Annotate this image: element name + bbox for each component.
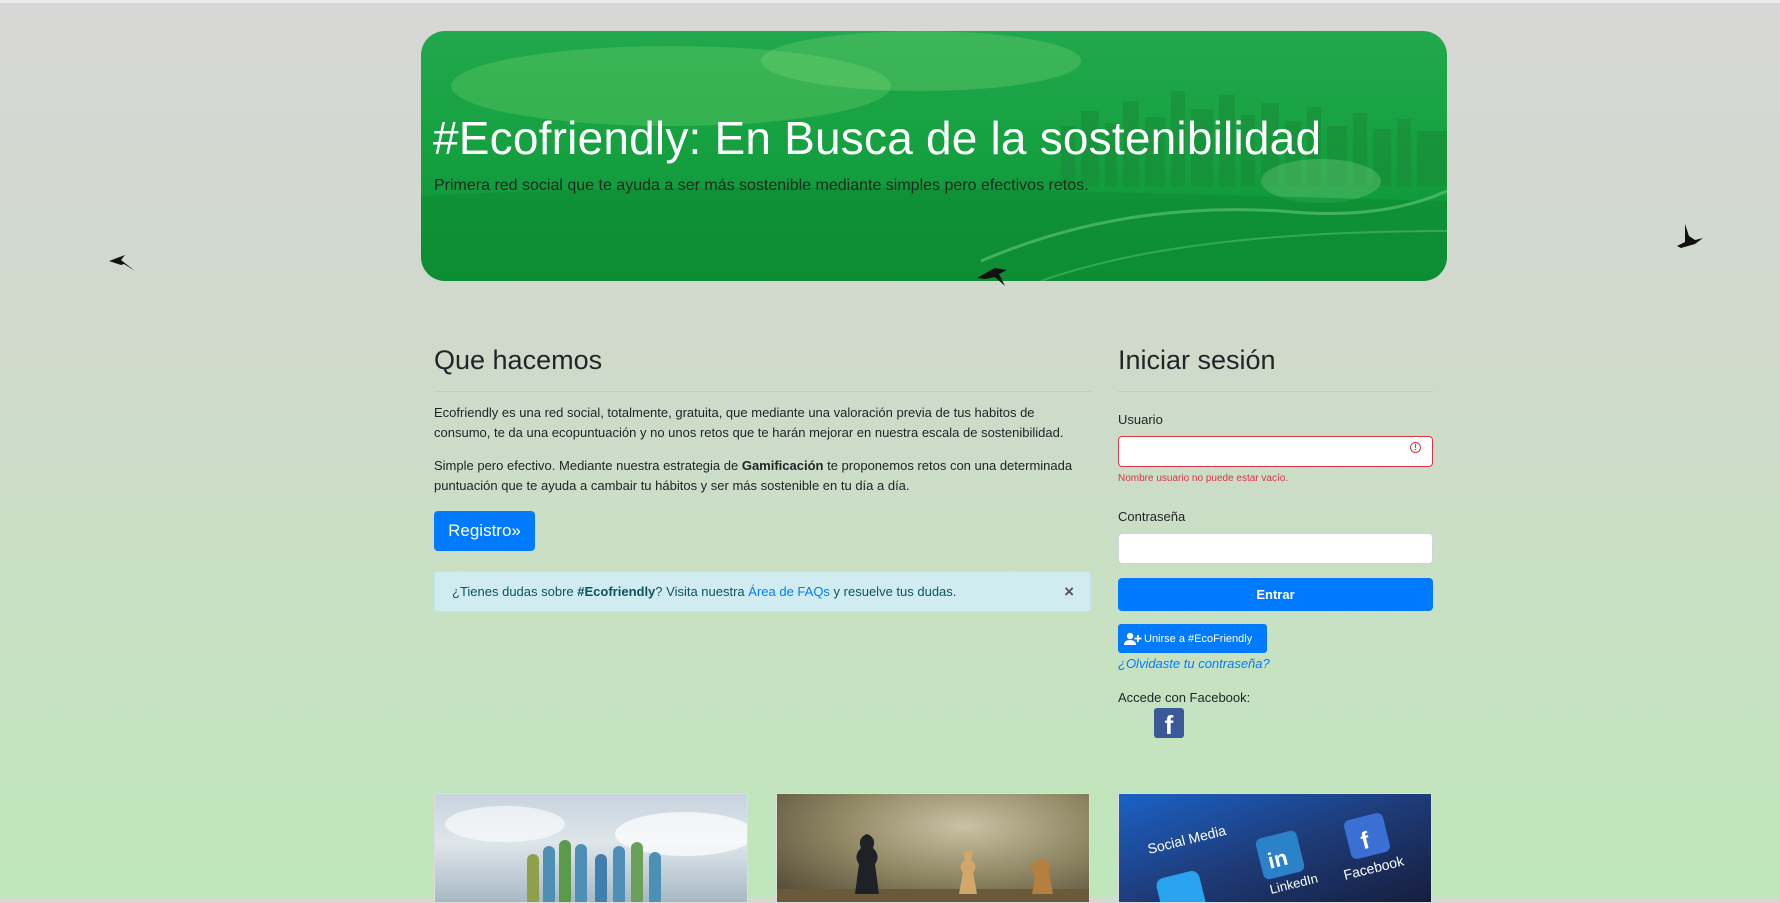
- add-user-icon: [1124, 632, 1142, 645]
- card-image-painted-hands[interactable]: [434, 793, 748, 903]
- chess-pieces-icon: [777, 834, 1089, 902]
- error-icon: !: [1410, 442, 1421, 453]
- register-button[interactable]: Registro»: [434, 511, 535, 551]
- top-edge-line: [0, 0, 1780, 3]
- forgot-password-link[interactable]: ¿Olvidaste tu contraseña?: [1118, 656, 1270, 671]
- join-button-label: Unirse a #EcoFriendly: [1144, 632, 1253, 645]
- card-image-social-media[interactable]: Social Media in LinkedIn f Facebook: [1118, 793, 1432, 903]
- password-input[interactable]: [1118, 533, 1433, 564]
- hero-banner: #Ecofriendly: En Busca de la sostenibili…: [421, 31, 1447, 281]
- hero-subtitle: Primera red social que te ayuda a ser má…: [434, 177, 1089, 194]
- about-heading: Que hacemos: [434, 345, 603, 375]
- about-paragraph-1: Ecofriendly es una red social, totalment…: [434, 405, 1064, 440]
- bird-icon: [977, 268, 1007, 286]
- username-error-text: Nombre usuario no puede estar vacío.: [1118, 473, 1289, 484]
- bird-icon: [109, 255, 135, 271]
- login-submit-button[interactable]: Entrar: [1118, 578, 1433, 611]
- p2-text: Simple pero efectivo. Mediante nuestra e…: [434, 458, 742, 473]
- username-label: Usuario: [1118, 412, 1163, 427]
- username-input[interactable]: [1118, 436, 1433, 467]
- login-heading: Iniciar sesión: [1118, 345, 1276, 375]
- login-section: Iniciar sesión Usuario ! Nombre usuario …: [1118, 340, 1433, 738]
- faq-link[interactable]: Área de FAQs: [748, 584, 830, 599]
- hero-title: #Ecofriendly: En Busca de la sostenibili…: [433, 112, 1322, 164]
- facebook-label: Accede con Facebook:: [1118, 690, 1251, 705]
- faq-alert-text: ¿Tienes dudas sobre: [452, 584, 578, 599]
- facebook-icon[interactable]: f: [1154, 708, 1184, 738]
- facebook-card-label: Facebook: [1342, 852, 1406, 883]
- password-label: Contraseña: [1118, 509, 1186, 524]
- about-section: Que hacemos Ecofriendly es una red socia…: [434, 340, 1091, 612]
- about-divider: [434, 391, 1091, 392]
- faq-alert-end: y resuelve tus dudas.: [829, 584, 957, 599]
- login-divider: [1118, 391, 1433, 392]
- faq-alert-bold: #Ecofriendly: [577, 584, 656, 599]
- painted-hands-icon: [445, 806, 747, 902]
- social-media-icon: Social Media in LinkedIn f Facebook: [1146, 813, 1406, 902]
- bird-icon: [1677, 224, 1703, 248]
- faq-alert-middle: ? Visita nuestra: [655, 584, 749, 599]
- gamification-text: Gamificación: [741, 458, 824, 473]
- close-icon[interactable]: ×: [1064, 572, 1074, 611]
- join-button[interactable]: Unirse a #EcoFriendly: [1118, 624, 1267, 653]
- card-image-chess[interactable]: [776, 793, 1090, 903]
- social-media-label: Social Media: [1146, 822, 1228, 857]
- faq-alert: ¿Tienes dudas sobre #Ecofriendly? Visita…: [434, 571, 1091, 612]
- about-paragraph-2: Simple pero efectivo. Mediante nuestra e…: [434, 456, 1091, 496]
